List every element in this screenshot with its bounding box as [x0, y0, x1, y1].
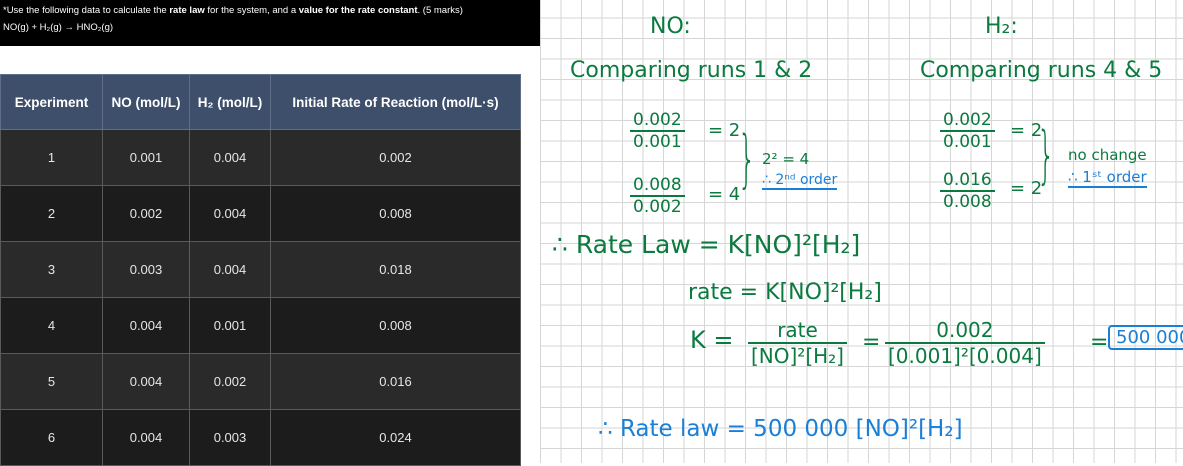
cell-h2: 0.004: [189, 241, 271, 298]
no-compare-text: Comparing runs 1 & 2: [570, 58, 813, 83]
table-row: 1 0.001 0.004 0.002: [0, 129, 521, 186]
question-bold-rate-constant: value for the rate constant: [298, 5, 418, 16]
cell-rate: 0.008: [270, 185, 521, 242]
cell-no: 0.004: [102, 353, 190, 410]
h2-ratio-2-num: 0.016: [940, 170, 995, 192]
k-label: K =: [690, 326, 734, 354]
data-table: Experiment NO (mol/L) H₂ (mol/L) Initial…: [0, 74, 521, 466]
k-value-box: 500 000: [1108, 325, 1183, 350]
h2-ratio-1-den: 0.001: [943, 132, 992, 152]
cell-h2: 0.004: [189, 129, 271, 186]
cell-experiment: 3: [0, 241, 103, 298]
table-row: 5 0.004 0.002 0.016: [0, 353, 521, 410]
cell-no: 0.004: [102, 297, 190, 354]
k-equals-2: =: [1090, 330, 1109, 355]
no-ratio-1: 0.002 0.001: [630, 110, 685, 152]
rate-equation-line: rate = K[NO]²[H₂]: [688, 280, 882, 305]
cell-experiment: 2: [0, 185, 103, 242]
cell-no: 0.003: [102, 241, 190, 298]
h2-ratio-1: 0.002 0.001: [940, 110, 995, 152]
k-substitution-num: 0.002: [885, 318, 1045, 344]
final-rate-law: ∴ Rate law = 500 000 [NO]²[H₂]: [598, 416, 963, 442]
no-heading: NO:: [650, 14, 691, 39]
k-substitution: 0.002 [0.001]²[0.004]: [885, 318, 1045, 368]
table-row: 4 0.004 0.001 0.008: [0, 297, 521, 354]
col-header-experiment: Experiment: [0, 74, 103, 130]
k-equals-1: =: [862, 330, 881, 355]
cell-no: 0.001: [102, 129, 190, 186]
h2-heading: H₂:: [985, 14, 1018, 39]
k-formula-num: rate: [748, 318, 847, 344]
table-row: 6 0.004 0.003 0.024: [0, 409, 521, 466]
cell-rate: 0.008: [270, 297, 521, 354]
h2-ratio-2: 0.016 0.008: [940, 170, 995, 212]
cell-h2: 0.004: [189, 185, 271, 242]
cell-h2: 0.001: [189, 297, 271, 354]
question-prefix: *Use the following data to calculate the: [3, 5, 170, 16]
no-ratio-2: 0.008 0.002: [630, 175, 685, 217]
question-bold-rate-law: rate law: [169, 5, 205, 16]
col-header-rate: Initial Rate of Reaction (mol/L·s): [270, 74, 521, 130]
no-brace: }: [738, 122, 756, 195]
h2-compare-text: Comparing runs 4 & 5: [920, 58, 1163, 83]
notebook-canvas: NO: H₂: Comparing runs 1 & 2 Comparing r…: [540, 0, 1183, 463]
no-ratio-1-den: 0.001: [633, 132, 682, 152]
col-header-h2: H₂ (mol/L): [189, 74, 271, 130]
cell-rate: 0.018: [270, 241, 521, 298]
h2-change-text: no change: [1068, 146, 1147, 164]
h2-ratio-1-num: 0.002: [940, 110, 995, 132]
no-ratio-2-result: = 4: [708, 184, 741, 205]
no-power-text: 2² = 4: [762, 150, 810, 168]
cell-experiment: 5: [0, 353, 103, 410]
cell-rate: 0.002: [270, 129, 521, 186]
question-text: *Use the following data to calculate the…: [3, 5, 463, 16]
cell-experiment: 1: [0, 129, 103, 186]
question-banner: *Use the following data to calculate the…: [0, 0, 540, 46]
col-header-no: NO (mol/L): [102, 74, 190, 130]
cell-rate: 0.024: [270, 409, 521, 466]
cell-h2: 0.002: [189, 353, 271, 410]
k-formula-den: [NO]²[H₂]: [751, 344, 844, 368]
rate-law-line: ∴ Rate Law = K[NO]²[H₂]: [552, 230, 861, 259]
table-row: 2 0.002 0.004 0.008: [0, 185, 521, 242]
h2-brace: }: [1037, 118, 1055, 191]
no-ratio-1-num: 0.002: [630, 110, 685, 132]
cell-h2: 0.003: [189, 409, 271, 466]
k-substitution-den: [0.001]²[0.004]: [888, 344, 1042, 368]
no-ratio-1-result: = 2: [708, 120, 741, 141]
cell-experiment: 6: [0, 409, 103, 466]
cell-rate: 0.016: [270, 353, 521, 410]
h2-order-text: ∴ 1ˢᵗ order: [1068, 168, 1147, 188]
table-header-row: Experiment NO (mol/L) H₂ (mol/L) Initial…: [0, 74, 521, 130]
table-row: 3 0.003 0.004 0.018: [0, 241, 521, 298]
h2-ratio-2-den: 0.008: [943, 192, 992, 212]
cell-experiment: 4: [0, 297, 103, 354]
cell-no: 0.004: [102, 409, 190, 466]
reaction-equation: NO(g) + H₂(g) → HNO₂(g): [3, 22, 114, 33]
no-order-text: ∴ 2ⁿᵈ order: [762, 172, 838, 190]
question-suffix: . (5 marks): [417, 5, 463, 16]
no-ratio-2-num: 0.008: [630, 175, 685, 197]
cell-no: 0.002: [102, 185, 190, 242]
no-ratio-2-den: 0.002: [633, 197, 682, 217]
question-mid: for the system, and a: [204, 5, 299, 16]
k-formula: rate [NO]²[H₂]: [748, 318, 847, 368]
